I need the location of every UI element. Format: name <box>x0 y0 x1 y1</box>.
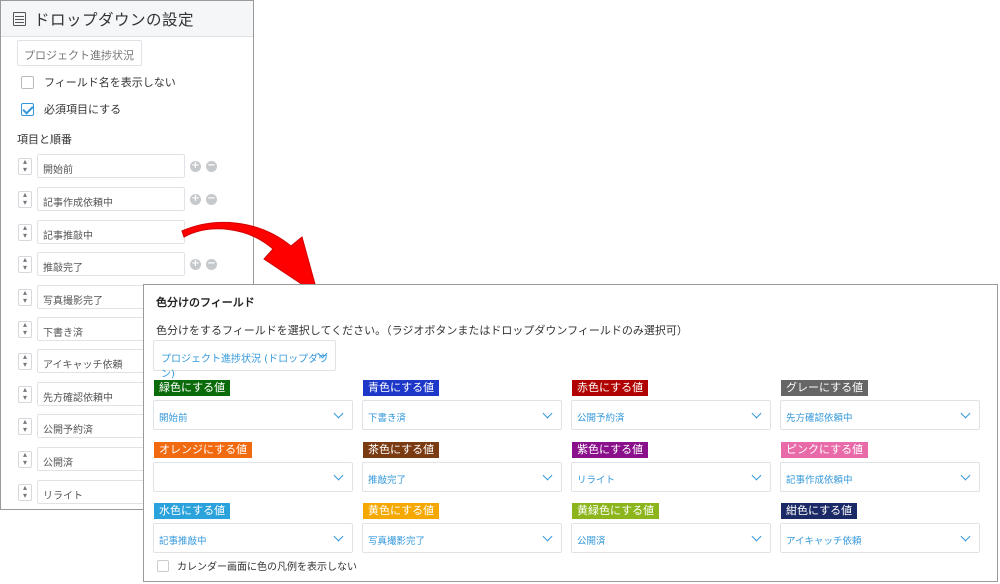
sort-handle-icon[interactable]: ▴ ▾ <box>18 352 32 370</box>
yellow-green-value-text: 公開済 <box>577 536 606 547</box>
color-field-select[interactable]: プロジェクト進捗状況 (ドロップダウン) <box>153 340 336 380</box>
green-value-text: 開始前 <box>159 413 188 424</box>
orange-value-label: オレンジにする値 <box>154 442 253 458</box>
field-name-input[interactable]: プロジェクト進捗状況 <box>17 40 142 66</box>
chevron-down-icon <box>960 531 971 542</box>
brown-value-label: 茶色にする値 <box>363 442 440 458</box>
green-value-label: 緑色にする値 <box>154 380 231 396</box>
chevron-down-icon <box>751 408 762 419</box>
yellow-green-value-label: 黄緑色にする値 <box>572 503 660 519</box>
hide-field-name-option[interactable]: フィールド名を表示しない <box>21 74 176 90</box>
orange-value-select[interactable] <box>153 462 353 492</box>
chevron-down-icon <box>542 470 553 481</box>
dropdown-settings-header: ドロップダウンの設定 <box>1 1 253 37</box>
chevron-down-icon <box>960 470 971 481</box>
sort-handle-icon[interactable]: ▴ ▾ <box>18 320 32 338</box>
chevron-down-icon <box>333 531 344 542</box>
purple-value-text: リライト <box>577 475 616 486</box>
hide-legend-option[interactable]: カレンダー画面に色の凡例を表示しない <box>157 558 357 573</box>
gray-value-text: 先方確認依頼中 <box>786 413 853 424</box>
navy-value-select[interactable]: アイキャッチ依頼 <box>780 523 980 553</box>
add-item-icon[interactable]: + <box>190 160 201 172</box>
item-input[interactable]: 記事作成依頼中 <box>37 187 185 211</box>
sort-handle-icon[interactable]: ▴ ▾ <box>18 223 32 241</box>
required-checkbox[interactable] <box>21 102 34 116</box>
color-coding-title: 色分けのフィールド <box>156 296 255 309</box>
sort-handle-icon[interactable]: ▴ ▾ <box>18 190 32 208</box>
blue-value-label: 青色にする値 <box>363 380 440 396</box>
color-coding-description: 色分けをするフィールドを選択してください。（ラジオボタンまたはドロップダウンフィ… <box>156 324 688 337</box>
remove-item-icon[interactable]: − <box>206 193 217 205</box>
red-value-text: 公開予約済 <box>577 413 625 424</box>
sort-handle-icon[interactable]: ▴ ▾ <box>18 385 32 403</box>
sort-handle-icon[interactable]: ▴ ▾ <box>18 417 32 435</box>
red-value-label: 赤色にする値 <box>572 380 649 396</box>
chevron-down-icon <box>751 531 762 542</box>
required-label: 必須項目にする <box>44 103 122 116</box>
chevron-down-icon <box>542 531 553 542</box>
light-blue-value-label: 水色にする値 <box>154 503 231 519</box>
sort-handle-icon[interactable]: ▴ ▾ <box>18 483 32 501</box>
purple-value-select[interactable]: リライト <box>571 462 771 492</box>
remove-item-icon[interactable]: − <box>206 160 217 172</box>
item-input[interactable]: 記事推敲中 <box>37 220 185 244</box>
sort-handle-icon[interactable]: ▴ ▾ <box>18 255 32 273</box>
chevron-down-icon <box>333 470 344 481</box>
dropdown-settings-title: ドロップダウンの設定 <box>34 10 195 29</box>
hide-field-name-checkbox[interactable] <box>21 75 34 89</box>
gray-value-select[interactable]: 先方確認依頼中 <box>780 400 980 430</box>
item-row: ▴ ▾ 記事推敲中 <box>18 220 185 244</box>
color-coding-panel: 色分けのフィールド 色分けをするフィールドを選択してください。（ラジオボタンまた… <box>143 284 998 582</box>
light-blue-value-text: 記事推敲中 <box>159 536 207 547</box>
blue-value-select[interactable]: 下書き済 <box>362 400 562 430</box>
chevron-down-icon <box>542 408 553 419</box>
sort-handle-icon[interactable]: ▴ ▾ <box>18 288 32 306</box>
light-blue-value-select[interactable]: 記事推敲中 <box>153 523 353 553</box>
chevron-down-icon <box>960 408 971 419</box>
brown-value-select[interactable]: 推敲完了 <box>362 462 562 492</box>
purple-value-label: 紫色にする値 <box>572 442 649 458</box>
document-icon <box>13 11 26 26</box>
sort-handle-icon[interactable]: ▴ ▾ <box>18 450 32 468</box>
blue-value-text: 下書き済 <box>368 413 407 424</box>
item-input[interactable]: 開始前 <box>37 154 185 178</box>
pink-value-text: 記事作成依頼中 <box>786 475 853 486</box>
items-section-label: 項目と順番 <box>17 133 72 146</box>
pink-value-select[interactable]: 記事作成依頼中 <box>780 462 980 492</box>
sort-handle-icon[interactable]: ▴ ▾ <box>18 157 32 175</box>
yellow-value-label: 黄色にする値 <box>363 503 440 519</box>
yellow-value-text: 写真撮影完了 <box>368 536 426 547</box>
item-input[interactable]: 推敲完了 <box>37 252 185 276</box>
yellow-value-select[interactable]: 写真撮影完了 <box>362 523 562 553</box>
required-option[interactable]: 必須項目にする <box>21 101 121 117</box>
yellow-green-value-select[interactable]: 公開済 <box>571 523 771 553</box>
color-field-select-value: プロジェクト進捗状況 (ドロップダウン) <box>161 354 329 380</box>
chevron-down-icon <box>333 408 344 419</box>
hide-legend-label: カレンダー画面に色の凡例を表示しない <box>177 562 357 573</box>
navy-value-label: 紺色にする値 <box>781 503 858 519</box>
gray-value-label: グレーにする値 <box>781 380 869 396</box>
green-value-select[interactable]: 開始前 <box>153 400 353 430</box>
hide-legend-checkbox[interactable] <box>157 559 169 572</box>
item-row: ▴ ▾ 開始前 + − <box>18 154 217 178</box>
pink-value-label: ピンクにする値 <box>781 442 869 458</box>
red-value-select[interactable]: 公開予約済 <box>571 400 771 430</box>
hide-field-name-label: フィールド名を表示しない <box>44 76 176 89</box>
chevron-down-icon <box>751 470 762 481</box>
add-item-icon[interactable]: + <box>190 193 201 205</box>
navy-value-text: アイキャッチ依頼 <box>786 536 862 547</box>
item-row: ▴ ▾ 記事作成依頼中 + − <box>18 187 217 211</box>
brown-value-text: 推敲完了 <box>368 475 407 486</box>
